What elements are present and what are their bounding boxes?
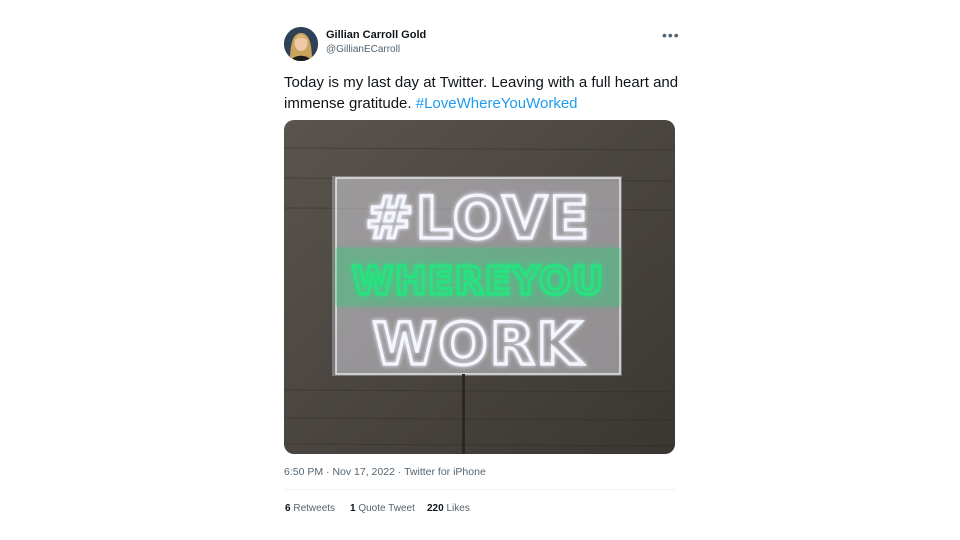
tweet-source[interactable]: Twitter for iPhone [404, 466, 486, 478]
more-icon: ••• [662, 27, 680, 43]
avatar[interactable] [284, 27, 318, 61]
retweets-stat[interactable]: 6 Retweets [285, 503, 335, 514]
quotes-label: Quote Tweet [358, 503, 415, 514]
tweet-photo[interactable]: #LOVE WHEREYOU WORK [284, 120, 675, 454]
quotes-count: 1 [350, 503, 356, 514]
avatar-image [284, 27, 318, 61]
tweet-time[interactable]: 6:50 PM [284, 466, 323, 478]
likes-label: Likes [446, 503, 470, 514]
meta-separator: · [394, 466, 405, 478]
retweets-label: Retweets [293, 503, 336, 514]
neon-line-2: WHEREYOU [352, 259, 604, 303]
tweet-meta: 6:50 PM · Nov 17, 2022 · Twitter for iPh… [284, 466, 486, 478]
more-options-button[interactable]: ••• [662, 27, 680, 43]
author-name[interactable]: Gillian Carroll Gold [326, 29, 426, 41]
tweet-text: Today is my last day at Twitter. Leaving… [284, 72, 684, 114]
tweet: Gillian Carroll Gold @GillianECarroll ••… [0, 0, 960, 540]
tweet-date[interactable]: Nov 17, 2022 [332, 466, 394, 478]
author-handle[interactable]: @GillianECarroll [326, 44, 400, 55]
neon-line-3: WORK [373, 310, 584, 378]
neon-line-1: #LOVE [365, 184, 591, 252]
hashtag-link[interactable]: #LoveWhereYouWorked [416, 95, 578, 112]
divider [284, 489, 675, 490]
neon-sign-image: #LOVE WHEREYOU WORK [284, 120, 675, 454]
likes-count: 220 [427, 503, 444, 514]
retweets-count: 6 [285, 503, 291, 514]
quote-tweets-stat[interactable]: 1 Quote Tweet [350, 503, 415, 514]
likes-stat[interactable]: 220 Likes [427, 503, 470, 514]
